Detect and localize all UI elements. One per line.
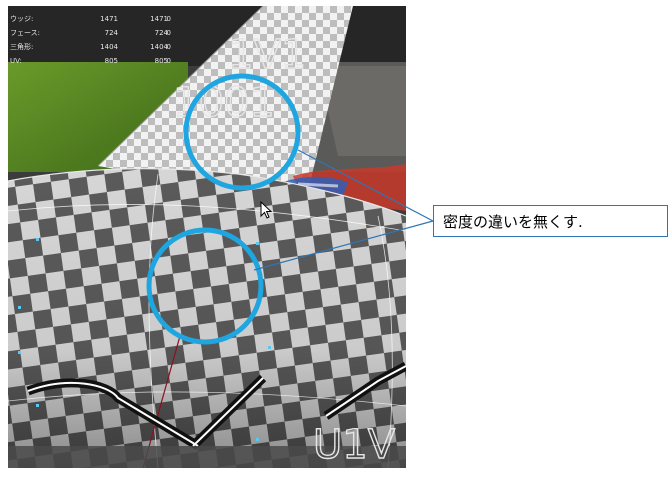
callout-connectors: [253, 149, 434, 271]
callout-box: 密度の違いを無くす.: [433, 205, 668, 237]
callout-text: 密度の違いを無くす.: [443, 212, 583, 231]
